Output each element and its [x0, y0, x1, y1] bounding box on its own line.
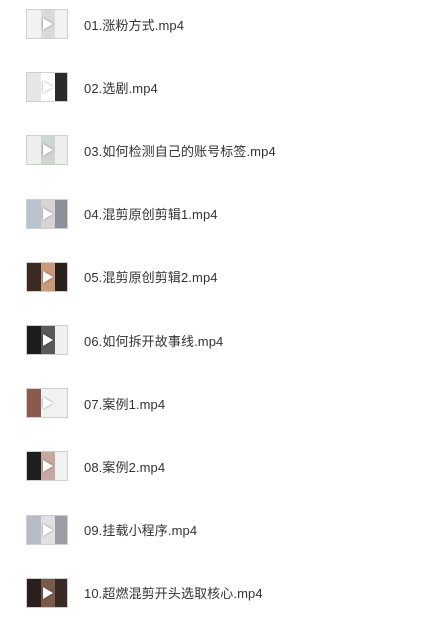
file-row[interactable]: 08.案例2.mp4: [20, 444, 420, 488]
file-row[interactable]: 01.涨粉方式.mp4: [20, 2, 420, 46]
video-thumbnail-icon[interactable]: [26, 325, 68, 355]
file-name: 04.混剪原创剪辑1.mp4: [84, 207, 218, 223]
file-row[interactable]: 03.如何检测自己的账号标签.mp4: [20, 128, 420, 172]
file-row[interactable]: 06.如何拆开故事线.mp4: [20, 318, 420, 362]
file-name: 05.混剪原创剪辑2.mp4: [84, 270, 218, 286]
file-name: 01.涨粉方式.mp4: [84, 17, 185, 33]
thumbnail-pane-right: [55, 262, 67, 291]
file-name: 03.如何检测自己的账号标签.mp4: [84, 143, 276, 159]
file-row[interactable]: 10.超燃混剪开头选取核心.mp4: [20, 571, 420, 615]
play-icon: [43, 207, 53, 220]
video-thumbnail-icon[interactable]: [26, 72, 68, 103]
thumbnail-pane-left: [27, 10, 41, 38]
video-thumbnail-icon[interactable]: [26, 577, 68, 608]
video-thumbnail-icon[interactable]: [26, 388, 68, 419]
thumbnail-pane-right: [55, 326, 67, 354]
video-thumbnail-icon[interactable]: [26, 135, 68, 166]
thumbnail-pane-left: [27, 578, 41, 607]
thumbnail-pane-right: [55, 515, 67, 544]
thumbnail-pane-right: [55, 389, 67, 418]
play-icon: [43, 18, 53, 30]
file-row[interactable]: 09.挂载小程序.mp4: [20, 508, 420, 552]
play-icon: [43, 460, 53, 473]
play-icon: [43, 397, 53, 410]
thumbnail-pane-left: [27, 515, 41, 544]
thumbnail-pane-right: [55, 136, 67, 165]
play-icon: [43, 270, 53, 283]
play-icon: [43, 334, 53, 346]
file-name: 07.案例1.mp4: [84, 396, 166, 412]
file-row[interactable]: 02.选剧.mp4: [20, 65, 420, 109]
thumbnail-pane-left: [27, 73, 41, 102]
thumbnail-pane-left: [27, 389, 41, 418]
thumbnail-pane-left: [27, 326, 41, 354]
thumbnail-pane-left: [27, 262, 41, 291]
play-icon: [43, 144, 53, 157]
video-thumbnail-icon[interactable]: [26, 451, 68, 482]
thumbnail-pane-right: [55, 73, 67, 102]
thumbnail-pane-right: [55, 199, 67, 228]
play-icon: [43, 81, 53, 94]
play-icon: [43, 586, 53, 599]
file-name: 06.如何拆开故事线.mp4: [84, 333, 224, 349]
video-thumbnail-icon[interactable]: [26, 261, 68, 292]
file-list: 01.涨粉方式.mp4 02.选剧.mp4 03.如何检测自己的账号标签.mp4 04…: [0, 0, 434, 625]
thumbnail-pane-left: [27, 136, 41, 165]
video-thumbnail-icon[interactable]: [26, 514, 68, 545]
play-icon: [43, 523, 53, 536]
thumbnail-pane-right: [55, 578, 67, 607]
file-name: 09.挂载小程序.mp4: [84, 523, 198, 539]
thumbnail-pane-right: [55, 10, 67, 38]
video-thumbnail-icon[interactable]: [26, 198, 68, 229]
file-row[interactable]: 07.案例1.mp4: [20, 381, 420, 425]
file-row[interactable]: 05.混剪原创剪辑2.mp4: [20, 255, 420, 299]
thumbnail-pane-left: [27, 199, 41, 228]
thumbnail-pane-left: [27, 452, 41, 481]
file-row[interactable]: 04.混剪原创剪辑1.mp4: [20, 192, 420, 236]
thumbnail-pane-right: [55, 452, 67, 481]
video-thumbnail-icon[interactable]: [26, 9, 68, 39]
file-name: 10.超燃混剪开头选取核心.mp4: [84, 586, 263, 602]
file-name: 02.选剧.mp4: [84, 80, 158, 96]
file-name: 08.案例2.mp4: [84, 459, 166, 475]
